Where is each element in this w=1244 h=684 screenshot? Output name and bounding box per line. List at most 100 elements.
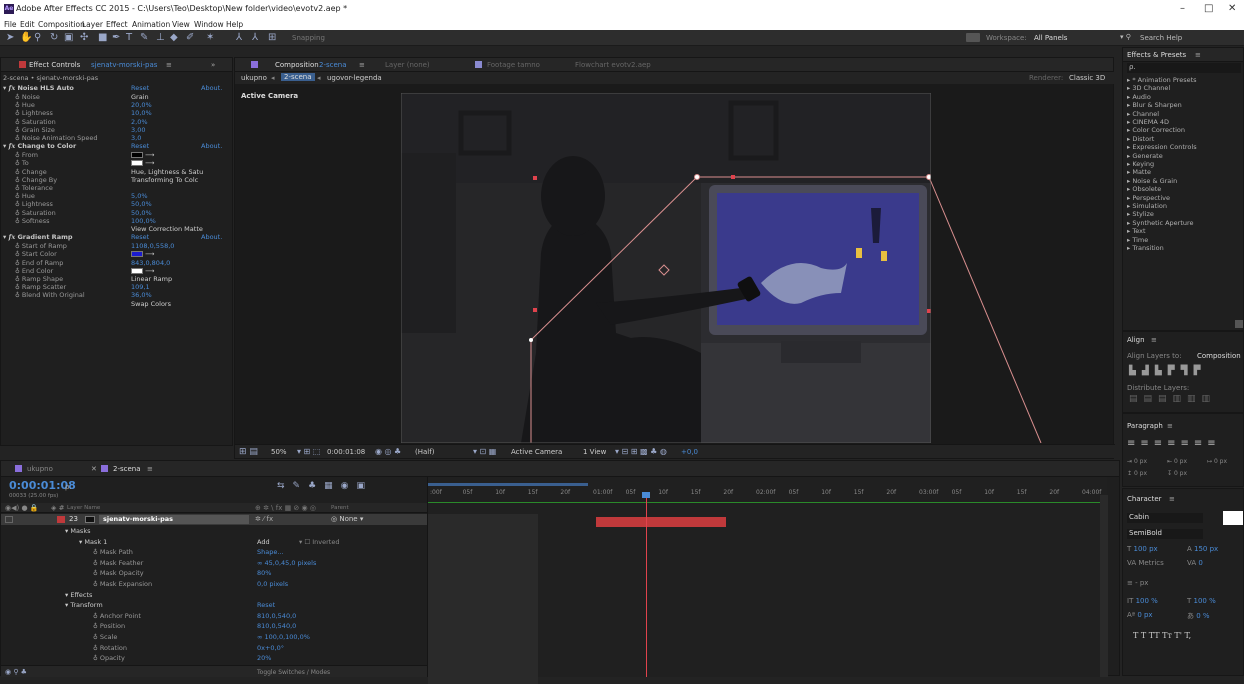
preset-category[interactable]: ▸ Distort xyxy=(1127,135,1154,143)
puppet-tool-icon[interactable]: ✶ xyxy=(206,32,214,44)
timeline-search-icon[interactable]: ρ. xyxy=(65,483,72,491)
effect-header[interactable]: ▾ fx Noise HLS Auto xyxy=(3,84,74,92)
justify-buttons-icon[interactable]: ≡≡≡≡≡≡≡ xyxy=(1127,438,1221,449)
distribute-buttons-icon[interactable]: ▤▤▤▥▥▥ xyxy=(1129,394,1216,404)
timeline-property-row[interactable]: ♁ Opacity 20% xyxy=(1,653,427,664)
stroke-width-field[interactable]: ≡ - px xyxy=(1127,579,1148,587)
indent-right[interactable]: ⇤ 0 px xyxy=(1167,458,1187,465)
snapping-label[interactable]: Snapping xyxy=(292,34,325,42)
zoom-tool-icon[interactable]: ⚲ xyxy=(34,32,41,44)
world-axis-icon[interactable]: ⅄ xyxy=(252,32,258,44)
selection-tool-icon[interactable]: ➤ xyxy=(6,32,14,44)
minimize-button[interactable]: – xyxy=(1180,3,1185,14)
effect-header[interactable]: ▾ fx Gradient Ramp xyxy=(3,233,73,241)
fill-color-swatch[interactable] xyxy=(1223,511,1243,525)
effect-property-value[interactable]: 50,0% xyxy=(131,200,152,208)
align-buttons-icon[interactable]: ▙▟▙▛▜▛ xyxy=(1129,366,1207,376)
font-family-select[interactable]: Cabin xyxy=(1127,513,1203,523)
clone-tool-icon[interactable]: ⊥ xyxy=(156,32,165,44)
effect-property-value[interactable]: Grain xyxy=(131,93,149,101)
camera-snapshot-icon[interactable]: ◉ ◎ ♣ xyxy=(375,447,401,456)
effect-property-value[interactable]: 10,0% xyxy=(131,109,152,117)
effect-property-value[interactable]: ⟶ xyxy=(131,151,154,159)
work-area-bar[interactable] xyxy=(428,483,588,486)
resolution-select[interactable]: (Half) xyxy=(415,448,434,456)
exposure-value[interactable]: +0,0 xyxy=(681,448,698,456)
breadcrumb-ugovor-legenda[interactable]: ugovor-legenda xyxy=(327,74,382,82)
preset-category[interactable]: ▸ Noise & Grain xyxy=(1127,177,1177,185)
effect-about-link[interactable]: About. xyxy=(201,233,222,241)
effect-about-link[interactable]: About. xyxy=(201,142,222,150)
playhead-line[interactable] xyxy=(646,495,647,677)
timeline-property-row[interactable]: ♁ Mask Feather ∞ 45,0,45,0 pixels xyxy=(1,558,427,569)
view-select[interactable]: Active Camera xyxy=(511,448,562,456)
timeline-property-row[interactable]: ▾ Effects xyxy=(1,590,427,601)
text-style-buttons[interactable]: T T TT Tт T' T, xyxy=(1133,631,1191,640)
effect-header[interactable]: ▾ fx Change to Color xyxy=(3,142,76,150)
effect-reset-link[interactable]: Reset xyxy=(131,142,149,150)
effect-controls-tab[interactable]: Effect Controls xyxy=(29,61,80,69)
brush-tool-icon[interactable]: ✎ xyxy=(140,32,148,44)
effects-presets-title[interactable]: Effects & Presets xyxy=(1127,51,1186,59)
layer-row[interactable]: 23 sjenatv-morski-pas ✲ ⁄ fx ◎ None ▾ xyxy=(1,514,427,525)
space-after[interactable]: ↧ 0 px xyxy=(1167,470,1187,477)
effect-about-link[interactable]: About. xyxy=(201,84,222,92)
baseline-shift-field[interactable]: Aª 0 px xyxy=(1127,611,1153,619)
vertical-scale-field[interactable]: IT 100 % xyxy=(1127,597,1158,605)
layer-name[interactable]: sjenatv-morski-pas xyxy=(99,515,249,524)
font-size-field[interactable]: T 100 px xyxy=(1127,545,1158,553)
indent-left[interactable]: ⇥ 0 px xyxy=(1127,458,1147,465)
search-help-input[interactable]: Search Help xyxy=(1140,34,1182,42)
grid-icon[interactable]: ▾ ⊞ ⬚ xyxy=(297,447,320,456)
preset-category[interactable]: ▸ Stylize xyxy=(1127,210,1154,218)
layer-duration-bar[interactable] xyxy=(596,517,726,527)
comp-viewer[interactable] xyxy=(401,93,931,443)
timeline-property-row[interactable]: ▾ Masks xyxy=(1,526,427,537)
menu-animation[interactable]: Animation xyxy=(132,20,170,29)
views-select[interactable]: 1 View xyxy=(583,448,606,456)
comp-options-icon[interactable]: ▾ ⊟ ⊞ ▩ ♣ ◍ xyxy=(615,447,667,456)
preset-category[interactable]: ▸ CINEMA 4D xyxy=(1127,118,1169,126)
effect-property-value[interactable]: ⟶ xyxy=(131,267,154,275)
kerning-field[interactable]: VA Metrics xyxy=(1127,559,1164,567)
camera-tool-icon[interactable]: ▣ xyxy=(64,32,73,44)
timeline-tab-ukupno[interactable]: ukupno xyxy=(27,465,53,473)
eraser-tool-icon[interactable]: ◆ xyxy=(170,32,178,44)
pen-tool-icon[interactable]: ✒ xyxy=(112,32,120,44)
preset-category[interactable]: ▸ * Animation Presets xyxy=(1127,76,1197,84)
timeline-property-row[interactable]: ♁ Mask Opacity 80% xyxy=(1,568,427,579)
space-before[interactable]: ↥ 0 px xyxy=(1127,470,1147,477)
comp-timecode[interactable]: 0:00:01:08 xyxy=(327,448,365,456)
close-button[interactable]: ✕ xyxy=(1228,3,1236,14)
preset-category[interactable]: ▸ Color Correction xyxy=(1127,126,1185,134)
timeline-property-row[interactable]: ♁ Scale ∞ 100,0,100,0% xyxy=(1,632,427,643)
menu-composition[interactable]: Composition xyxy=(38,20,85,29)
timeline-property-row[interactable]: ♁ Rotation 0x+0,0° xyxy=(1,643,427,654)
composition-tab[interactable]: Composition xyxy=(275,61,319,69)
effect-property-value[interactable]: 109,1 xyxy=(131,283,150,291)
layer-switches[interactable]: ✲ ⁄ fx xyxy=(255,515,273,523)
renderer-value[interactable]: Classic 3D xyxy=(1069,74,1105,82)
horizontal-scale-field[interactable]: T 100 % xyxy=(1187,597,1216,605)
effect-property-value[interactable]: Transforming To Colc xyxy=(131,176,198,184)
leading-field[interactable]: A 150 px xyxy=(1187,545,1218,553)
view-axis-icon[interactable]: ⊞ xyxy=(268,32,276,44)
preset-category[interactable]: ▸ Perspective xyxy=(1127,194,1170,202)
effect-property-value[interactable]: 50,0% xyxy=(131,209,152,217)
effect-property-value[interactable]: 5,0% xyxy=(131,192,148,200)
paragraph-menu-icon[interactable]: ≡ xyxy=(1167,422,1173,430)
zoom-select[interactable]: 50% xyxy=(271,448,287,456)
preset-category[interactable]: ▸ Obsolete xyxy=(1127,185,1161,193)
toggle-switches-modes[interactable]: Toggle Switches / Modes xyxy=(257,669,330,676)
workspace-value[interactable]: All Panels xyxy=(1034,34,1067,42)
timeline-property-row[interactable]: ♁ Position 810,0,540,0 xyxy=(1,621,427,632)
timeline-footer-icons[interactable]: ◉ ⚲ ♣ xyxy=(5,668,27,676)
effect-property-value[interactable]: 3,00 xyxy=(131,126,145,134)
rectangle-tool-icon[interactable]: ■ xyxy=(98,32,107,44)
menu-layer[interactable]: Layer xyxy=(82,20,103,29)
preset-category[interactable]: ▸ Audio xyxy=(1127,93,1151,101)
preset-category[interactable]: ▸ Blur & Sharpen xyxy=(1127,101,1182,109)
preset-category[interactable]: ▸ Channel xyxy=(1127,110,1159,118)
maximize-button[interactable]: □ xyxy=(1204,3,1213,14)
timeline-switch-icons[interactable]: ⇆✎♣▦◉▣ xyxy=(277,481,373,491)
